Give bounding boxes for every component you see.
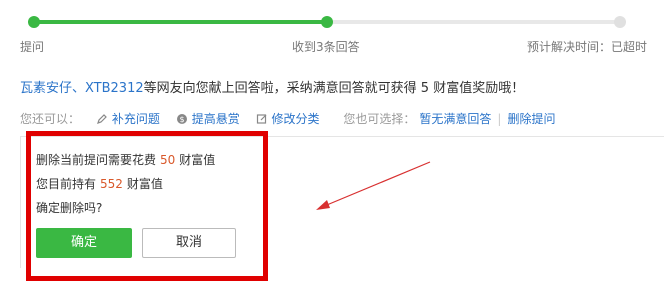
annotation-arrow	[316, 161, 431, 210]
